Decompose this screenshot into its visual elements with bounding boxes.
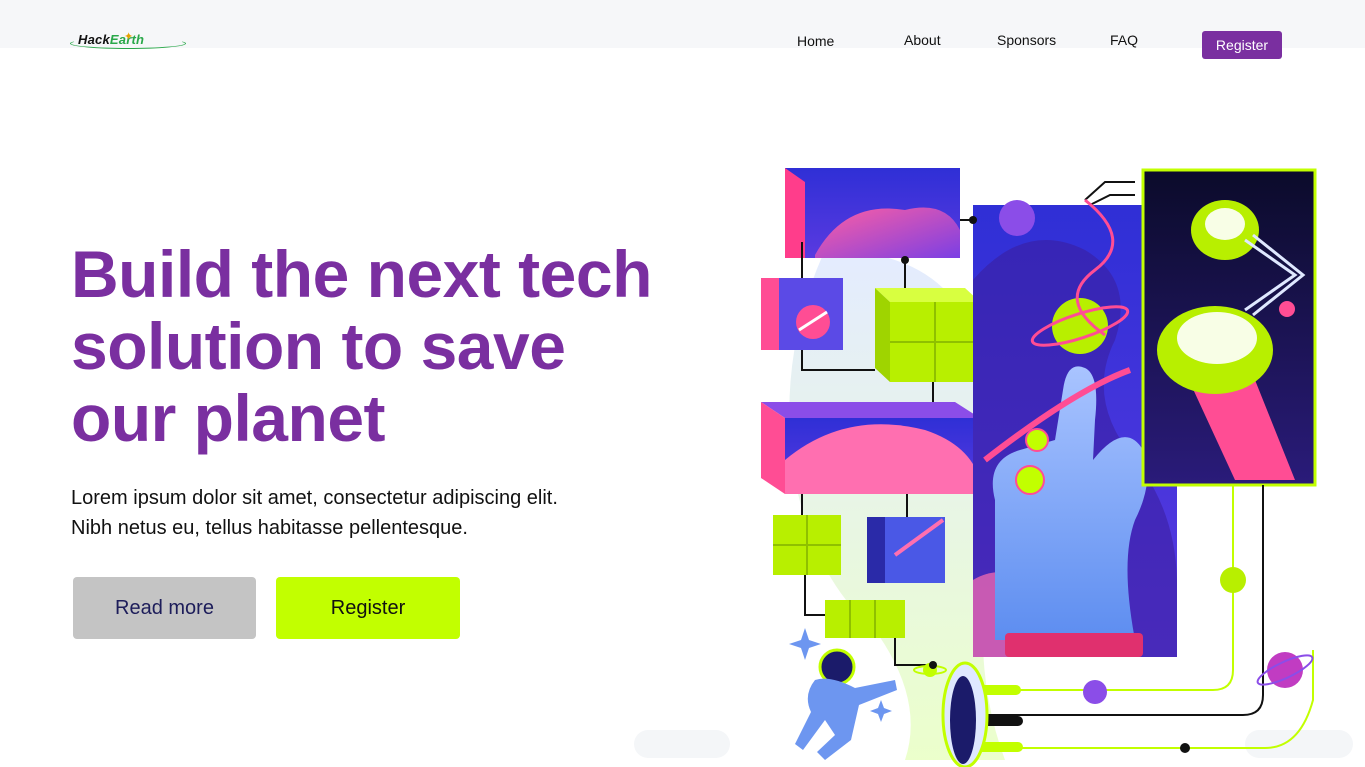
hero-title: Build the next tech solution to save our… [71, 238, 711, 454]
logo-text: HackEarth [78, 32, 145, 47]
logo-star-icon: ✦ [124, 31, 134, 43]
nav-home-link[interactable]: Home [797, 33, 834, 49]
space-tech-illustration [761, 168, 1317, 767]
middle-crate [761, 402, 980, 494]
lime-block-bottom [825, 600, 905, 638]
hero-subtitle-line-2: Nibh netus eu, tellus habitasse pellente… [71, 517, 468, 539]
nav-sponsors-link[interactable]: Sponsors [997, 32, 1056, 48]
dark-planet-panel [1141, 168, 1317, 487]
hero-subtitle: Lorem ipsum dolor sit amet, consectetur … [71, 483, 671, 543]
lime-cube-large [875, 288, 980, 382]
hero-title-line-1: Build the next tech [71, 237, 652, 311]
browser-overlay-bar [0, 0, 1365, 48]
overlay-control-pill [634, 730, 730, 758]
top-crate [785, 168, 960, 258]
nav-register-button[interactable]: Register [1202, 31, 1282, 59]
hackearth-logo[interactable]: HackEarth ✦ [70, 30, 188, 52]
nav-about-link[interactable]: About [904, 32, 941, 48]
hero-subtitle-line-1: Lorem ipsum dolor sit amet, consectetur … [71, 487, 558, 509]
hero-title-line-3: our planet [71, 381, 386, 455]
sparkle-icon [789, 628, 821, 660]
pink-cube [761, 278, 843, 350]
blue-cube-small [867, 517, 945, 583]
hero-register-button[interactable]: Register [276, 577, 460, 639]
read-more-button[interactable]: Read more [73, 577, 256, 639]
nav-faq-link[interactable]: FAQ [1110, 32, 1138, 48]
lime-cube-small [773, 515, 841, 575]
portal [941, 661, 989, 767]
sparkle-icon [870, 700, 892, 722]
hero-title-line-2: solution to save [71, 309, 566, 383]
